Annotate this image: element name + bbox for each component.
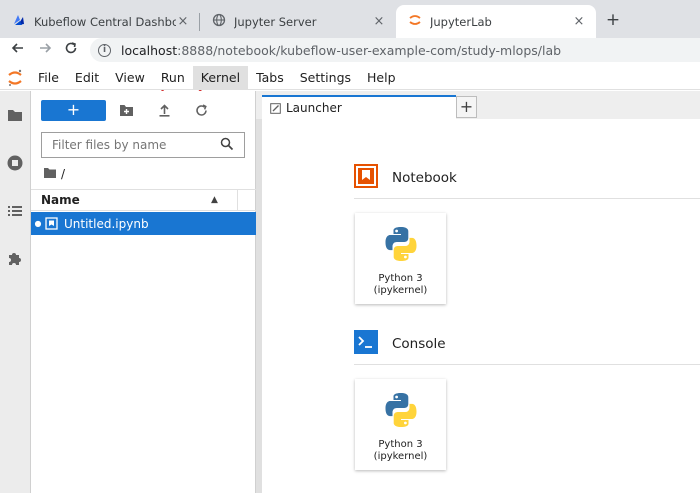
file-list-item[interactable]: ● Untitled.ipynb (31, 212, 256, 235)
notebook-file-icon (45, 217, 58, 230)
back-arrow-icon[interactable] (7, 39, 29, 61)
table-of-contents-icon[interactable] (5, 201, 25, 221)
sort-ascending-icon[interactable]: ▲ (211, 195, 237, 205)
section-divider (354, 198, 700, 199)
file-list-header: Name ▲ (31, 189, 256, 211)
jupyter-logo-icon (0, 66, 30, 90)
forward-arrow-icon[interactable] (34, 39, 56, 61)
section-divider (354, 364, 700, 365)
file-browser-toolbar: + (31, 91, 256, 129)
card-label: Python 3 (ipykernel) (359, 273, 443, 297)
kernel-name: Python 3 (378, 273, 423, 284)
kernel-spec: (ipykernel) (373, 451, 428, 462)
file-browser-panel: + / Name ▲ ● Untitled.ipynb (31, 91, 256, 493)
main-dock-area: Launcher + Notebook Python 3 (ipykernel) (256, 91, 700, 493)
browser-tab-title: JupyterLab (430, 14, 492, 29)
column-header-name[interactable]: Name (31, 193, 211, 207)
menu-kernel[interactable]: Kernel (192, 65, 249, 90)
browser-tab-title: Jupyter Server (234, 14, 317, 29)
console-section-title: Console (392, 336, 446, 352)
globe-icon (212, 13, 226, 30)
new-tab-button[interactable]: + (603, 9, 623, 31)
launcher-edit-icon (270, 102, 281, 114)
notebook-section-header: Notebook (354, 164, 700, 199)
breadcrumb: / (43, 165, 65, 183)
browser-tab-kubeflow[interactable]: Kubeflow Central Dashboard × (0, 5, 200, 38)
filter-files-input[interactable] (50, 137, 220, 153)
url-path: /notebook/kubeflow-user-example-com/stud… (213, 42, 562, 58)
python-logo-icon (385, 227, 416, 261)
menu-run[interactable]: Run (153, 66, 193, 90)
python-logo-icon (385, 393, 416, 427)
left-activity-bar (0, 91, 31, 493)
refresh-icon[interactable] (192, 101, 210, 119)
file-name: Untitled.ipynb (64, 216, 149, 231)
notebook-section-title: Notebook (392, 170, 457, 186)
info-icon[interactable]: i (98, 43, 111, 57)
browser-toolbar: i localhost:8888/notebook/kubeflow-user-… (0, 38, 700, 101)
tab-launcher[interactable]: Launcher (262, 95, 456, 119)
kernel-spec: (ipykernel) (373, 285, 428, 296)
python3-console-card[interactable]: Python 3 (ipykernel) (355, 379, 446, 470)
close-tab-icon[interactable]: × (372, 14, 386, 29)
close-tab-icon[interactable]: × (176, 14, 190, 29)
column-header-modified[interactable] (237, 189, 255, 211)
console-section-header: Console (354, 330, 700, 365)
url-host: localhost (121, 42, 178, 58)
menu-tabs[interactable]: Tabs (248, 66, 292, 90)
filter-files-box[interactable] (41, 132, 245, 158)
search-icon[interactable] (220, 136, 234, 155)
card-label: Python 3 (ipykernel) (359, 439, 443, 463)
address-bar[interactable]: i localhost:8888/notebook/kubeflow-user-… (90, 38, 700, 62)
extension-puzzle-icon[interactable] (5, 249, 25, 269)
launcher-panel: Notebook Python 3 (ipykernel) Console Py… (262, 119, 700, 493)
new-launcher-button[interactable]: + (41, 100, 106, 121)
breadcrumb-root[interactable]: / (61, 167, 65, 181)
jupyter-menubar: File Edit View Run Kernel Tabs Settings … (0, 65, 700, 90)
running-sessions-icon[interactable] (5, 153, 25, 173)
document-tab-bar: Launcher + (256, 91, 700, 119)
menu-view[interactable]: View (107, 66, 153, 90)
jupyter-icon (408, 13, 422, 30)
console-section-icon (354, 330, 378, 358)
menu-help[interactable]: Help (359, 66, 404, 90)
reload-icon[interactable] (60, 39, 82, 61)
browser-tab-jupyterlab[interactable]: JupyterLab × (396, 5, 596, 38)
python3-notebook-card[interactable]: Python 3 (ipykernel) (355, 213, 446, 304)
browser-tab-title: Kubeflow Central Dashboard (34, 14, 176, 29)
notebook-section-icon (354, 164, 378, 192)
browser-tab-jupyter-server[interactable]: Jupyter Server × (200, 5, 396, 38)
tab-launcher-label: Launcher (286, 101, 342, 115)
kubeflow-icon (12, 13, 26, 30)
menu-file[interactable]: File (30, 66, 67, 90)
upload-icon[interactable] (155, 101, 173, 119)
url-port: :8888 (177, 42, 214, 58)
url-text: localhost:8888/notebook/kubeflow-user-ex… (121, 43, 561, 58)
running-indicator-icon: ● (34, 219, 42, 228)
menu-settings[interactable]: Settings (292, 66, 359, 90)
menu-edit[interactable]: Edit (67, 66, 107, 90)
folder-icon[interactable] (5, 105, 25, 125)
close-tab-icon[interactable]: × (572, 14, 586, 29)
browser-tab-strip: Kubeflow Central Dashboard × Jupyter Ser… (0, 0, 700, 38)
home-folder-icon[interactable] (43, 167, 57, 182)
new-folder-icon[interactable] (117, 101, 135, 119)
kernel-name: Python 3 (378, 439, 423, 450)
add-launcher-button[interactable]: + (456, 96, 477, 118)
